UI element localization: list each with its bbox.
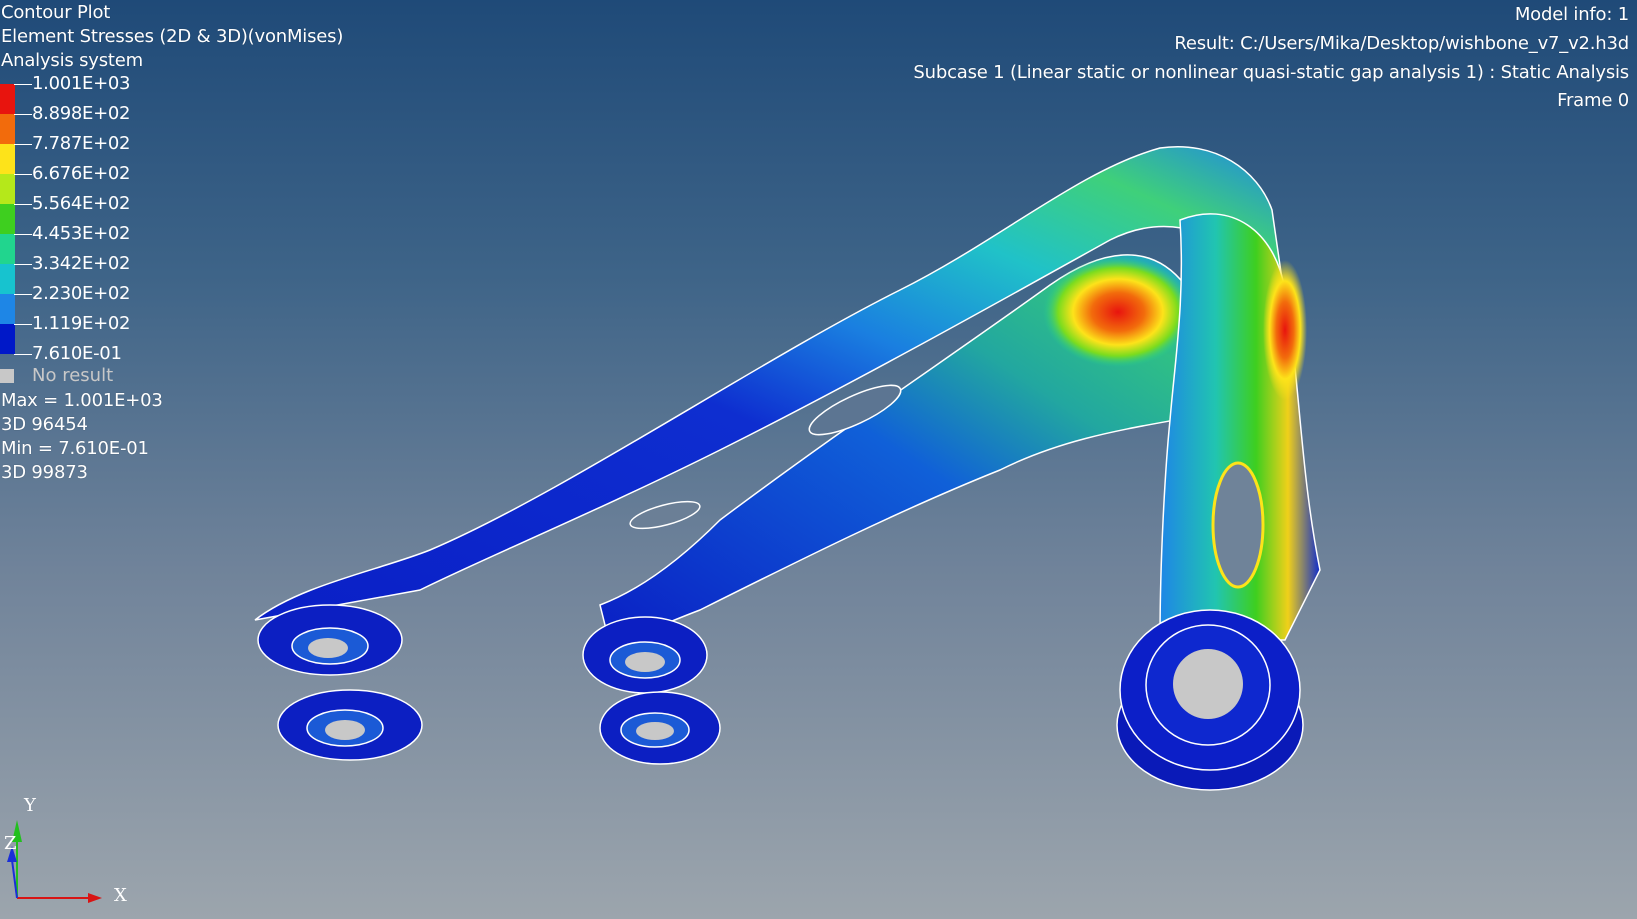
legend-value: 1.001E+03 (32, 73, 131, 94)
legend-tick (14, 174, 32, 175)
legend-swatch (0, 234, 15, 264)
legend-value: 6.676E+02 (32, 163, 131, 184)
legend-value: 3.342E+02 (32, 253, 131, 274)
bushing-top-mid (582, 616, 708, 694)
bushing-top-left (257, 604, 403, 676)
legend-value: 8.898E+02 (32, 103, 131, 124)
model-viewport[interactable] (0, 0, 1637, 919)
legend-value: 7.610E-01 (32, 343, 122, 364)
no-result-swatch (0, 369, 14, 383)
legend-swatch (0, 144, 15, 174)
bushing-bottom-mid (599, 691, 721, 765)
legend-tick (14, 144, 32, 145)
legend-tick (14, 264, 32, 265)
legend-swatch (0, 204, 15, 234)
system-label: Analysis system (1, 50, 143, 71)
hotspot-leg (1263, 260, 1307, 400)
axis-z-label: Z (4, 833, 17, 854)
legend-value: 4.453E+02 (32, 223, 131, 244)
min-element-label: 3D 99873 (1, 462, 88, 483)
legend-tick (14, 234, 32, 235)
max-element-label: 3D 96454 (1, 414, 88, 435)
legend-swatch (0, 174, 15, 204)
bushing-bottom-left (277, 689, 423, 761)
legend-value: 1.119E+02 (32, 313, 131, 334)
contour-legend[interactable]: 1.001E+03 8.898E+02 7.787E+02 6.676E+02 … (0, 74, 170, 384)
legend-swatch (0, 324, 15, 354)
legend-swatch (0, 114, 15, 144)
no-result-label: No result (32, 365, 114, 386)
model-info-label: Model info: 1 (1514, 4, 1629, 25)
cutout-left (629, 500, 701, 530)
bushing-right (1116, 609, 1304, 791)
axis-triad[interactable]: Y Z X (0, 790, 140, 910)
min-value-label: Min = 7.610E-01 (1, 438, 149, 459)
cutout-right (1211, 461, 1265, 589)
frame-label: Frame 0 (1557, 90, 1629, 111)
legend-tick (14, 294, 32, 295)
hotspot-inner (1043, 257, 1193, 367)
legend-swatch (0, 294, 15, 324)
legend-swatch (0, 84, 15, 114)
legend-tick (14, 324, 32, 325)
max-value-label: Max = 1.001E+03 (1, 390, 163, 411)
result-path-label: Result: C:/Users/Mika/Desktop/wishbone_v… (1174, 33, 1629, 54)
result-type-label: Element Stresses (2D & 3D)(vonMises) (1, 26, 344, 47)
legend-value: 7.787E+02 (32, 133, 131, 154)
legend-tick (14, 354, 32, 355)
legend-value: 5.564E+02 (32, 193, 131, 214)
subcase-label: Subcase 1 (Linear static or nonlinear qu… (913, 62, 1629, 83)
legend-tick (14, 204, 32, 205)
legend-swatch (0, 264, 15, 294)
legend-tick (14, 114, 32, 115)
legend-tick (14, 84, 32, 85)
axis-x-label: X (114, 885, 127, 906)
legend-value: 2.230E+02 (32, 283, 131, 304)
axis-y-label: Y (24, 795, 36, 816)
plot-type-label: Contour Plot (1, 2, 111, 23)
